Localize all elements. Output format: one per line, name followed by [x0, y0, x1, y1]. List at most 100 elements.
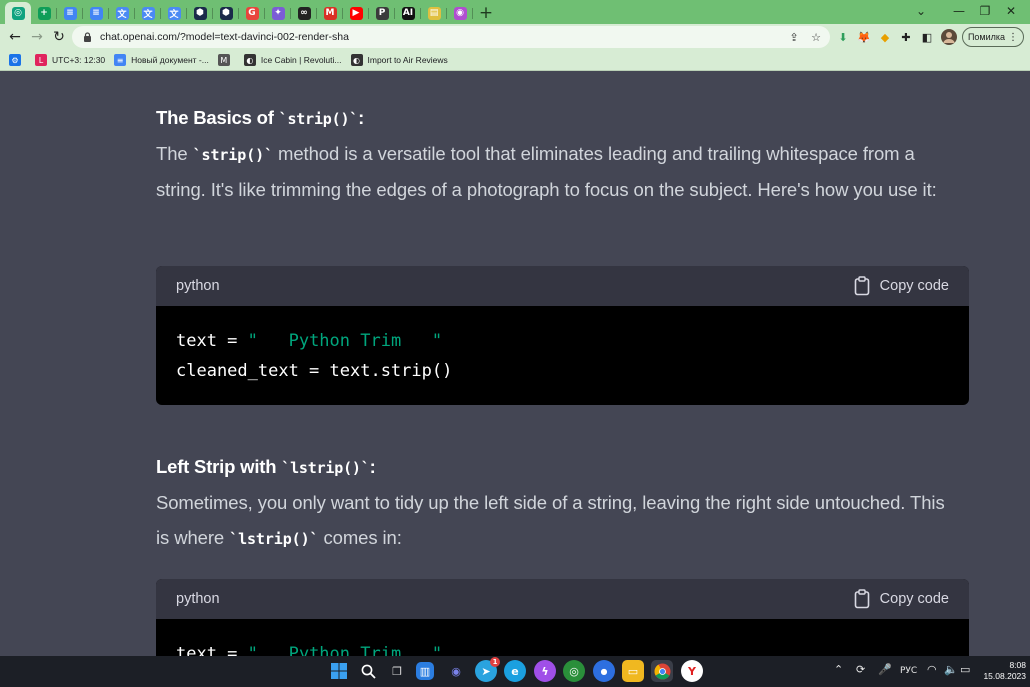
teams-chat-icon[interactable]: ◉	[445, 660, 467, 682]
code-block: python Copy code text = " Python Trim " c…	[156, 266, 969, 405]
search-icon[interactable]	[357, 660, 379, 682]
browser-tab[interactable]: ▤	[421, 2, 447, 24]
copy-code-label: Copy code	[879, 591, 949, 607]
settings-gear-icon: ⚙	[9, 54, 21, 66]
hexagon-icon: ⬢	[193, 6, 207, 20]
browser-tab[interactable]: G	[239, 2, 265, 24]
language-indicator[interactable]: РУС	[900, 666, 917, 676]
profile-error-button[interactable]: Помилка ⋮	[962, 27, 1024, 47]
translate-icon: 文	[141, 6, 155, 20]
browser-tab[interactable]: 文	[161, 2, 187, 24]
hexagon-icon: ⬢	[219, 6, 233, 20]
bookmark-label: UTC+3: 12:30	[52, 55, 106, 65]
section-heading-strip: The Basics of `strip()`:	[156, 107, 364, 129]
forward-icon[interactable]: →	[26, 26, 48, 48]
extensions-puzzle-icon[interactable]: ✚	[897, 27, 915, 47]
volume-icon[interactable]: 🔈	[944, 663, 958, 676]
lock-icon	[82, 32, 92, 42]
taskbar: ❐ ▥ ◉ ➤ 1 e ϟ ◎ ● ▭ Y ⌃ ⟳ 🎤 РУС ◠ 🔈 ▭ 8:…	[0, 656, 1030, 687]
back-icon[interactable]: ←	[4, 26, 26, 48]
circle-app-icon: ◉	[453, 6, 467, 20]
task-view-icon[interactable]: ❐	[386, 660, 408, 682]
close-icon[interactable]: ✕	[988, 0, 1030, 22]
clock-time: 8:08	[1009, 660, 1026, 670]
bookmark-item[interactable]: M	[217, 50, 235, 71]
share-icon[interactable]: ⇪	[786, 29, 802, 45]
messenger-icon[interactable]: ϟ	[534, 660, 556, 682]
paragraph-lstrip: Sometimes, you only want to tidy up the …	[156, 486, 956, 556]
google-sheets-icon: +	[37, 6, 51, 20]
google-docs-icon: ≡	[89, 6, 103, 20]
tray-overflow-icon[interactable]: ⌃	[834, 663, 843, 676]
copy-code-button[interactable]: Copy code	[854, 276, 949, 296]
browser-tab[interactable]: ⬢	[187, 2, 213, 24]
sync-icon[interactable]: ⟳	[856, 663, 865, 676]
bookmark-item[interactable]: ◐ Import to Air Reviews	[350, 50, 448, 71]
mw-icon: M	[217, 54, 230, 66]
copy-code-button[interactable]: Copy code	[854, 589, 949, 609]
wifi-icon[interactable]: ◠	[927, 663, 937, 676]
paragraph-text: method is a versatile tool that eliminat…	[156, 143, 937, 200]
chatgpt-icon: ◎	[11, 6, 25, 20]
taskbar-clock[interactable]: 8:08 15.08.2023	[978, 660, 1026, 682]
copy-code-label: Copy code	[879, 278, 949, 294]
browser-tab[interactable]: AI	[395, 2, 421, 24]
chrome-icon[interactable]	[651, 660, 673, 682]
avatar[interactable]	[940, 27, 958, 47]
bookmark-item[interactable]: ⚙	[9, 50, 26, 71]
inline-code: `lstrip()`	[229, 529, 319, 548]
address-bar[interactable]: chat.openai.com/?model=text-davinci-002-…	[72, 26, 830, 48]
code-block: python Copy code text = " Python Trim "	[156, 579, 969, 656]
google-docs-icon: ≡	[114, 54, 127, 66]
zoom-icon[interactable]: ●	[593, 660, 615, 682]
gmail-icon: M	[323, 6, 337, 20]
browser-tab[interactable]: 文	[109, 2, 135, 24]
bookmark-star-icon[interactable]: ☆	[808, 29, 824, 45]
browser-tab[interactable]: ≡	[83, 2, 109, 24]
metamask-fox-icon[interactable]: 🦊	[855, 27, 873, 47]
bookmark-item[interactable]: ≡ Новый документ -...	[114, 50, 209, 71]
link-icon: ∞	[297, 6, 311, 20]
new-tab-button[interactable]: +	[473, 2, 499, 24]
browser-tab[interactable]: ▶	[343, 2, 369, 24]
globe-icon: ◐	[350, 54, 363, 66]
sparkle-icon: ✦	[271, 6, 285, 20]
browser-tab[interactable]: M	[317, 2, 343, 24]
battery-icon[interactable]: ▭	[960, 663, 970, 676]
browser-tab[interactable]: ⬢	[213, 2, 239, 24]
browser-tab[interactable]: +	[31, 2, 57, 24]
bookmark-item[interactable]: L UTC+3: 12:30	[35, 50, 105, 71]
file-explorer-icon[interactable]: ▭	[622, 660, 644, 682]
widgets-icon[interactable]: ▥	[416, 662, 434, 680]
browser-tab[interactable]: ≡	[57, 2, 83, 24]
browser-tab[interactable]: ∞	[291, 2, 317, 24]
browser-tab[interactable]: 文	[135, 2, 161, 24]
yandex-browser-icon[interactable]: Y	[681, 660, 703, 682]
reload-icon[interactable]: ↻	[48, 26, 70, 48]
browser-tab[interactable]: ◎	[5, 2, 31, 24]
telegram-icon[interactable]: ➤ 1	[475, 657, 500, 682]
heading-code: `lstrip()`	[281, 459, 370, 477]
windows-start-icon[interactable]	[328, 660, 350, 682]
paragraph-text: comes in:	[318, 526, 402, 548]
code-language-label: python	[176, 591, 220, 607]
notification-badge: 1	[490, 657, 500, 667]
browser-tab[interactable]: ◉	[447, 2, 473, 24]
chrome-profile-icon[interactable]: ◎	[563, 660, 585, 682]
code-block-header: python Copy code	[156, 579, 969, 619]
heading-code: `strip()`	[278, 110, 359, 128]
browser-tab[interactable]: ✦	[265, 2, 291, 24]
extension-leaf-icon[interactable]: ⬇	[834, 27, 852, 47]
globe-icon: ◐	[243, 54, 256, 66]
extension-flame-icon[interactable]: ◆	[876, 27, 894, 47]
code-block-header: python Copy code	[156, 266, 969, 306]
translate-icon: 文	[115, 6, 129, 20]
code-line: text = " Python Trim "	[176, 326, 949, 356]
translate-icon: 文	[167, 6, 181, 20]
edge-browser-icon[interactable]: e	[504, 660, 526, 682]
microphone-icon[interactable]: 🎤	[878, 663, 892, 676]
browser-tab[interactable]: P	[369, 2, 395, 24]
side-panel-icon[interactable]: ◧	[918, 27, 936, 47]
bookmark-item[interactable]: ◐ Ice Cabin | Revoluti...	[243, 50, 342, 71]
paragraph-text: The	[156, 143, 193, 164]
